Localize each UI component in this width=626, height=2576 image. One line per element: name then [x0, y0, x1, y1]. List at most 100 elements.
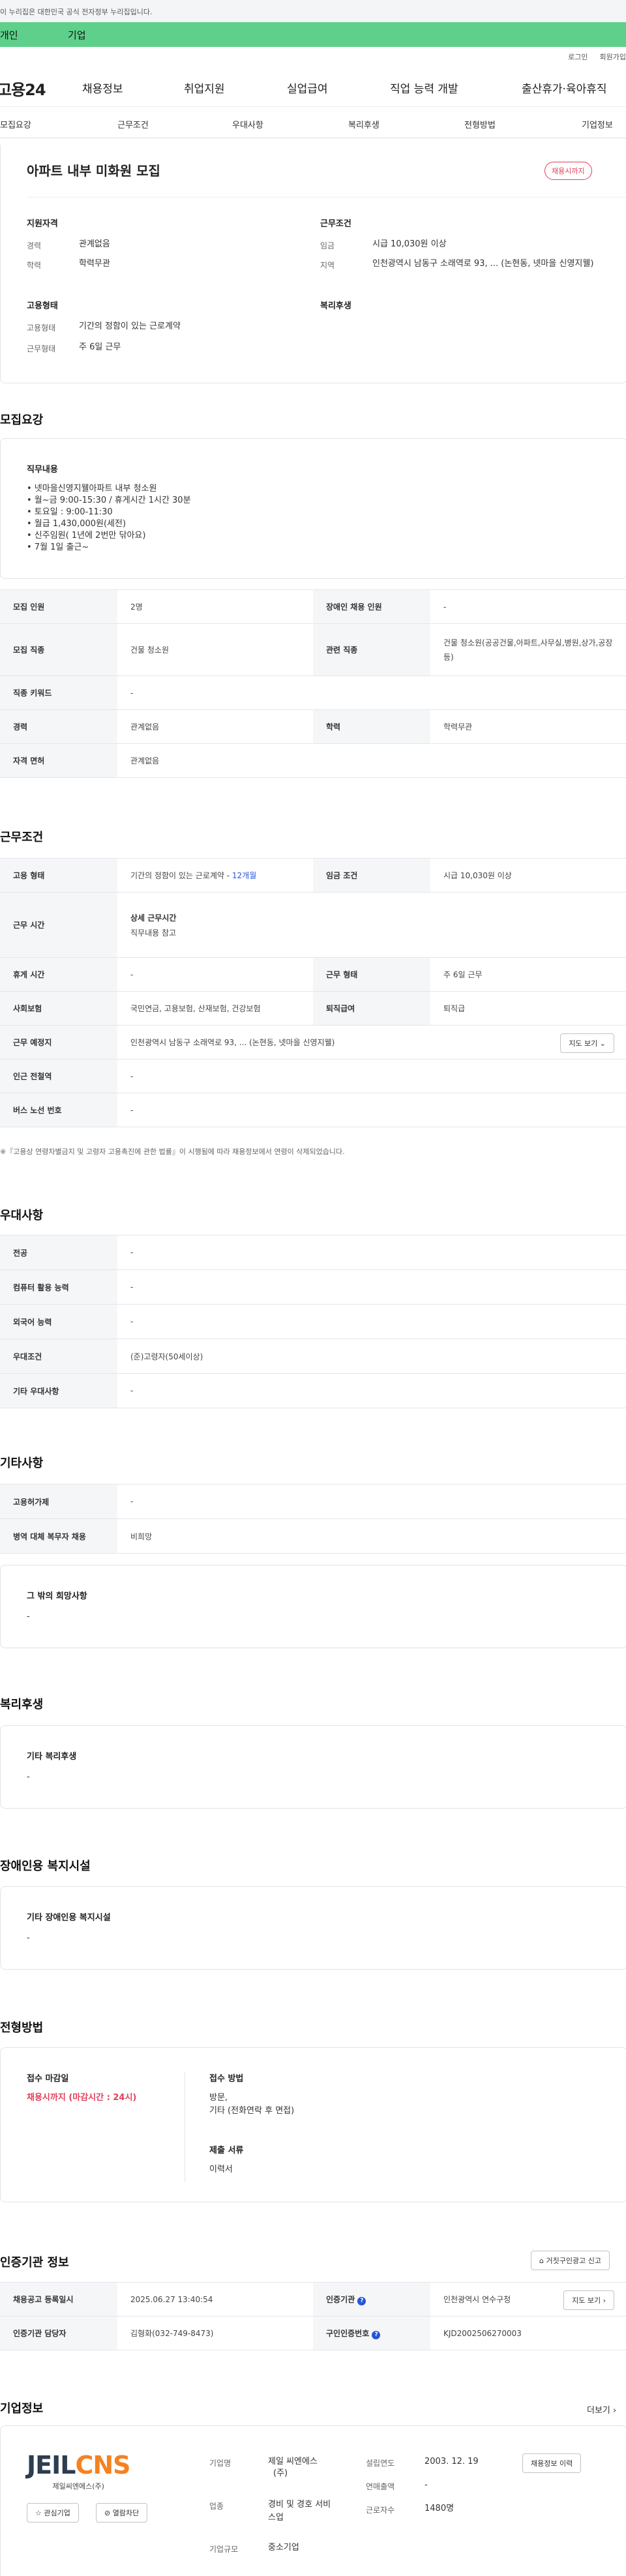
table-cell: -: [117, 1059, 626, 1093]
disabled-card: 기타 장애인용 복지시설 -: [0, 1886, 626, 1970]
table-row: 채용공고 등록일시 2025.06.27 13:40:54 인증기관 ? 인천광…: [0, 2282, 626, 2317]
table-header: 직종 키워드: [0, 675, 117, 710]
tab-screening[interactable]: 전형방법: [464, 118, 496, 130]
company-more-label: 더보기: [587, 2406, 610, 2416]
welfare-heading: 복리후생: [320, 301, 351, 311]
table-header: 학력: [313, 709, 430, 744]
info-icon[interactable]: ?: [372, 2330, 381, 2339]
method-value-1: 방문,: [209, 2093, 228, 2103]
table-header: 퇴직급여: [313, 991, 430, 1026]
site-logo[interactable]: 고용24: [0, 77, 81, 100]
table-header: 임금 조건: [313, 858, 430, 893]
docs-heading: 제출 서류: [209, 2146, 244, 2155]
star-icon: ☆: [35, 2509, 42, 2517]
company-size-label: 기업규모: [209, 2545, 239, 2554]
cond-area-label: 지역: [320, 261, 335, 270]
block-label: 열람차단: [112, 2509, 140, 2517]
recruit-section-title: 모집요강: [0, 413, 44, 427]
table-header: 근무 형태: [313, 957, 430, 992]
tab-personal[interactable]: 개인: [0, 28, 68, 42]
tab-company-info[interactable]: 기업정보: [582, 118, 613, 130]
company-more-link[interactable]: 더보기 ›: [587, 2403, 616, 2416]
other-wish-card: 그 밖의 희망사항 -: [0, 1565, 626, 1648]
emp-type-value: 기간의 정함이 있는 근로계약: [79, 321, 181, 331]
tab-pref[interactable]: 우대사항: [232, 118, 263, 130]
method-heading: 접수 방법: [209, 2074, 244, 2084]
login-link[interactable]: 로그인: [568, 52, 588, 62]
gnb-training[interactable]: 직업 능력 개발: [390, 80, 458, 96]
table-cell: -: [117, 1235, 626, 1270]
table-header: 모집 직종: [0, 623, 117, 676]
table-header: 기타 우대사항: [0, 1373, 117, 1408]
table-row: 사회보험 국민연금, 고용보험, 산재보험, 건강보험 퇴직급여 퇴직급: [0, 991, 626, 1026]
table-cell: 건물 청소원(공공건물,아파트,사무실,병원,상가,공장 등): [430, 623, 626, 676]
company-card: JEILCNS 제일씨엔에스(주) ☆ 관심기업 ⊘ 열람차단 기업명 제일 씨…: [0, 2425, 626, 2576]
employees-value: 1480명: [425, 2504, 455, 2513]
work-place-value: 인천광역시 남동구 소래역로 93, ... (논현동, 넷마을 신영지웰): [130, 1038, 335, 1047]
chevron-down-icon: ⌄: [599, 1039, 606, 1048]
table-cell: 상세 근무시간 직무내용 참고: [117, 892, 626, 958]
duty-line-3: • 토요일 : 9:00-11:30: [27, 507, 113, 517]
signup-link[interactable]: 회원가입: [600, 52, 626, 62]
cond-wage-label: 임금: [320, 241, 335, 250]
screening-card: 접수 마감일 채용시까지 (마감시간 : 24시) 접수 방법 방문, 기타 (…: [0, 2047, 626, 2202]
table-header: 인증기관 ?: [313, 2282, 430, 2317]
cert-org-value: 인천광역시 연수구청: [443, 2295, 511, 2304]
map-button[interactable]: 지도 보기 ⌄: [560, 1033, 614, 1053]
report-fake-ad-button[interactable]: ⌂ 거짓구인광고 신고: [531, 2251, 610, 2270]
cert-map-button[interactable]: 지도 보기 ›: [563, 2290, 614, 2310]
block-view-button[interactable]: ⊘ 열람차단: [96, 2503, 148, 2523]
hiring-history-button[interactable]: 채용정보 이력: [522, 2453, 582, 2473]
emp-heading: 고용형태: [27, 301, 58, 311]
cert-org-label: 인증기관: [326, 2294, 355, 2304]
tab-welfare[interactable]: 복리후생: [348, 118, 380, 130]
company-logo: JEILCNS 제일씨엔에스(주): [27, 2451, 131, 2491]
table-cell: KJD2002506270003: [430, 2316, 626, 2350]
tab-recruit[interactable]: 모집요강: [0, 118, 31, 130]
tab-company[interactable]: 기업: [68, 28, 86, 42]
table-cell: 김형화(032-749-8473): [117, 2316, 313, 2350]
work-table: 고용 형태 기간의 정함이 있는 근로계약 - 12개월 임금 조건 시급 10…: [0, 858, 626, 1127]
report-fake-ad-label: 거짓구인광고 신고: [546, 2257, 601, 2265]
qual-edu-label: 학력: [27, 261, 42, 270]
divider: [27, 197, 626, 198]
table-header: 경력: [0, 709, 117, 744]
cert-num-label: 구인인증번호: [326, 2328, 370, 2338]
favorite-company-button[interactable]: ☆ 관심기업: [27, 2503, 79, 2523]
gnb-unemployment[interactable]: 실업급여: [287, 80, 328, 96]
duty-line-4: • 월급 1,430,000원(세전): [27, 519, 127, 529]
table-header: 외국어 능력: [0, 1304, 117, 1339]
duty-line-2: • 월~금 9:00-15:30 / 휴게시간 1시간 30분: [27, 496, 191, 505]
screening-section-title: 전형방법: [0, 2021, 44, 2035]
table-cell: 기간의 정함이 있는 근로계약 - 12개월: [117, 858, 313, 893]
gnb-jobs[interactable]: 채용정보: [82, 80, 123, 96]
page-root: { "gov_banner": "이 누리집은 대한민국 공식 전자정부 누리집…: [0, 0, 626, 2576]
table-cell: -: [117, 1373, 626, 1408]
cert-table: 채용공고 등록일시 2025.06.27 13:40:54 인증기관 ? 인천광…: [0, 2282, 626, 2350]
hours-subheading: 상세 근무시간: [130, 913, 177, 923]
qual-heading: 지원자격: [27, 219, 58, 229]
table-cell: -: [117, 1093, 626, 1127]
table-header: 휴게 시간: [0, 957, 117, 992]
gnb-employment-support[interactable]: 취업지원: [184, 80, 225, 96]
global-nav: 고용24 채용정보 취업지원 실업급여 직업 능력 개발 출산휴가·육아휴직: [0, 67, 626, 107]
table-cell: 건물 청소원: [117, 623, 313, 676]
table-header: 사회보험: [0, 991, 117, 1026]
tab-work[interactable]: 근무조건: [117, 118, 149, 130]
section-tabs: 모집요강 근무조건 우대사항 복리후생 전형방법 기업정보: [0, 107, 626, 138]
age-law-note: ※『고용상 연령차별금지 및 고령자 고용촉진에 관한 법률』이 시행됨에 따라…: [0, 1147, 345, 1156]
welfare-etc-heading: 기타 복리후생: [27, 1752, 77, 1762]
disabled-section-title: 장애인용 복지시설: [0, 1859, 91, 1873]
industry-value-2: 스업: [268, 2513, 284, 2523]
chevron-right-icon: ›: [603, 2296, 606, 2305]
emp-period-link[interactable]: 12개월: [232, 871, 256, 880]
table-row: 직종 키워드 -: [0, 675, 626, 710]
table-row: 근무 시간 상세 근무시간 직무내용 참고: [0, 892, 626, 958]
table-row: 근무 예정지 인천광역시 남동구 소래역로 93, ... (논현동, 넷마을 …: [0, 1025, 626, 1059]
table-header: 채용공고 등록일시: [0, 2282, 117, 2317]
cert-section-title: 인증기관 정보: [0, 2256, 69, 2270]
table-cell: 2025.06.27 13:40:54: [117, 2282, 313, 2317]
info-icon[interactable]: ?: [357, 2296, 366, 2305]
table-cell: -: [430, 589, 626, 624]
gnb-leave[interactable]: 출산휴가·육아휴직: [522, 80, 607, 96]
